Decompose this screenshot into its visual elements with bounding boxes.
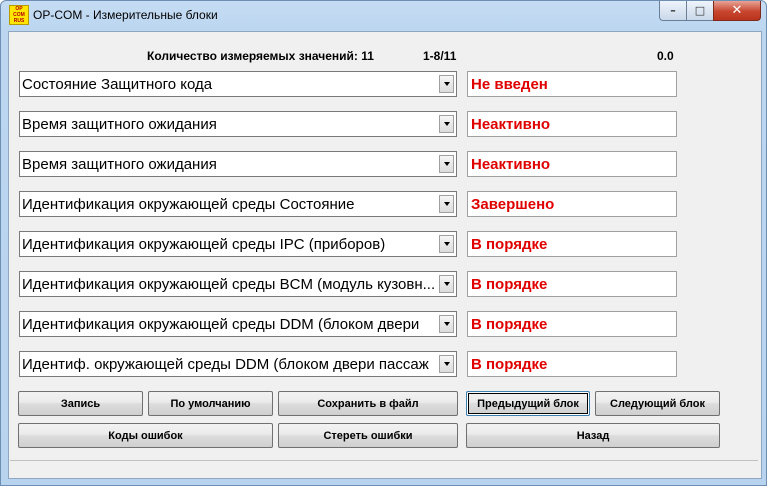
parameter-select[interactable]: Время защитного ожидания — [19, 111, 457, 137]
parameter-value: Завершено — [467, 191, 677, 217]
close-icon: ✕ — [731, 3, 743, 18]
dropdown-arrow-icon[interactable] — [439, 355, 454, 373]
back-button[interactable]: Назад — [466, 423, 720, 448]
window-title: OP-COM - Измерительные блоки — [33, 8, 218, 22]
parameter-select[interactable]: Идентификация окружающей среды DDM (блок… — [19, 311, 457, 337]
parameter-select[interactable]: Состояние Защитного кода — [19, 71, 457, 97]
block-range: 1-8/11 — [423, 49, 457, 63]
minimize-button[interactable]: – — [659, 1, 686, 21]
app-icon: OP COM RUS — [9, 5, 29, 25]
error-codes-button[interactable]: Коды ошибок — [18, 423, 273, 448]
app-window: OP COM RUS OP-COM - Измерительные блоки … — [0, 0, 767, 486]
parameter-value: Неактивно — [467, 111, 677, 137]
parameter-select[interactable]: Идентификация окружающей среды BCM (моду… — [19, 271, 457, 297]
minimize-icon: – — [670, 4, 676, 17]
dropdown-arrow-icon[interactable] — [439, 195, 454, 213]
close-button[interactable]: ✕ — [713, 1, 761, 21]
default-button[interactable]: По умолчанию — [148, 391, 273, 416]
parameter-value: Не введен — [467, 71, 677, 97]
parameter-value: В порядке — [467, 351, 677, 377]
parameter-value: В порядке — [467, 311, 677, 337]
elapsed-time: 0.0 — [657, 49, 674, 63]
parameter-select[interactable]: Идентификация окружающей среды IPC (приб… — [19, 231, 457, 257]
client-area: Количество измеряемых значений: 11 1-8/1… — [8, 31, 762, 479]
measured-values-count: Количество измеряемых значений: 11 — [147, 49, 374, 63]
status-bar — [10, 460, 758, 477]
save-to-file-button[interactable]: Сохранить в файл — [278, 391, 458, 416]
parameter-value: В порядке — [467, 231, 677, 257]
next-block-button[interactable]: Следующий блок — [595, 391, 720, 416]
parameter-value: Неактивно — [467, 151, 677, 177]
maximize-icon: □ — [694, 4, 706, 17]
dropdown-arrow-icon[interactable] — [439, 235, 454, 253]
record-button[interactable]: Запись — [18, 391, 143, 416]
clear-errors-button[interactable]: Стереть ошибки — [278, 423, 458, 448]
window-controls: – □ ✕ — [659, 1, 761, 21]
parameter-select[interactable]: Идентиф. окружающей среды DDM (блоком дв… — [19, 351, 457, 377]
title-bar[interactable]: OP COM RUS OP-COM - Измерительные блоки … — [1, 1, 766, 31]
dropdown-arrow-icon[interactable] — [439, 75, 454, 93]
maximize-button[interactable]: □ — [686, 1, 713, 21]
parameter-select[interactable]: Время защитного ожидания — [19, 151, 457, 177]
parameter-value: В порядке — [467, 271, 677, 297]
dropdown-arrow-icon[interactable] — [439, 315, 454, 333]
previous-block-button[interactable]: Предыдущий блок — [466, 391, 590, 416]
dropdown-arrow-icon[interactable] — [439, 275, 454, 293]
parameter-select[interactable]: Идентификация окружающей среды Состояние — [19, 191, 457, 217]
dropdown-arrow-icon[interactable] — [439, 155, 454, 173]
dropdown-arrow-icon[interactable] — [439, 115, 454, 133]
